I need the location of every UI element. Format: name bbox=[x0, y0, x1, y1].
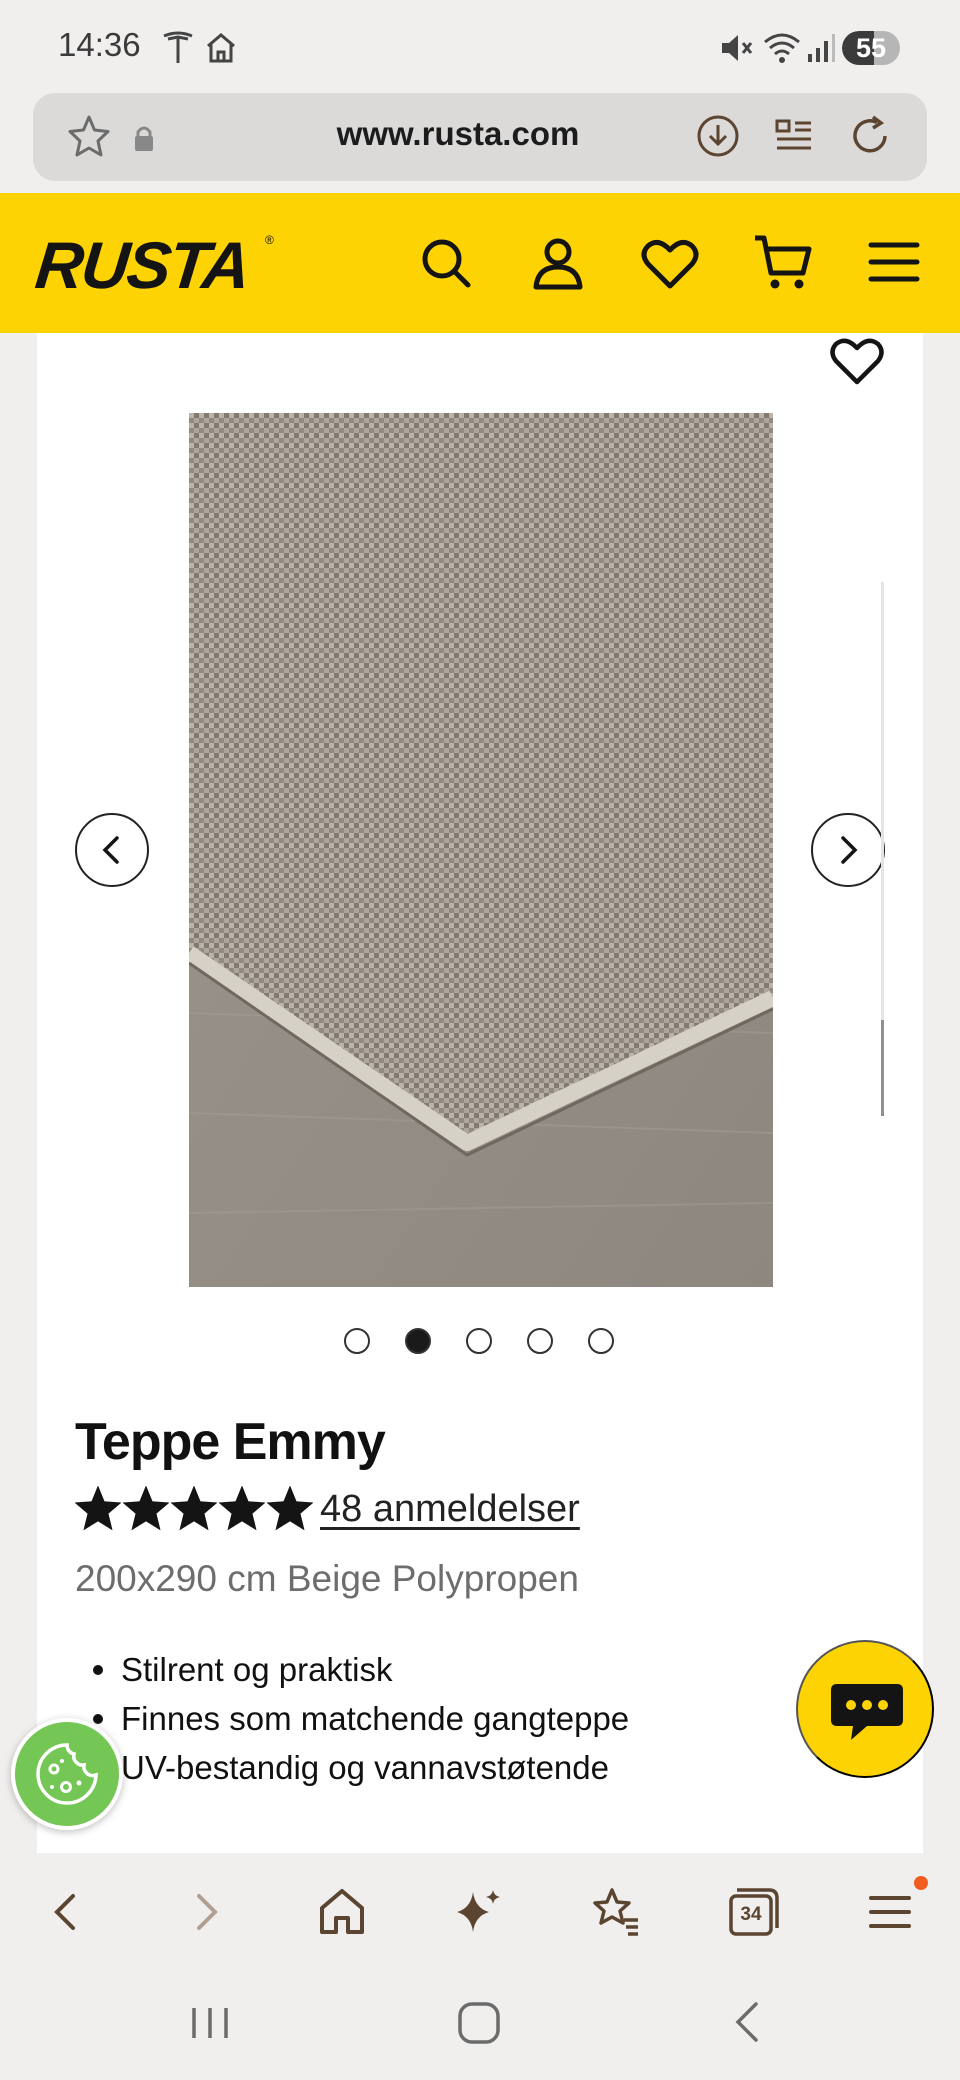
download-icon[interactable] bbox=[695, 113, 741, 159]
product-title: Teppe Emmy bbox=[75, 1413, 386, 1471]
reviews-link[interactable]: 48 anmeldelser bbox=[320, 1488, 580, 1531]
home-status-icon bbox=[204, 32, 238, 64]
cart-icon[interactable] bbox=[752, 233, 814, 293]
account-icon[interactable] bbox=[530, 235, 586, 291]
chat-bubble-icon bbox=[829, 1682, 905, 1744]
product-subtitle: 200x290 cm Beige Polypropen bbox=[75, 1558, 579, 1599]
battery-icon: 55 bbox=[842, 31, 900, 65]
browser-menu-icon[interactable] bbox=[857, 1878, 925, 1946]
mute-icon bbox=[718, 30, 754, 66]
back-icon[interactable] bbox=[33, 1878, 101, 1946]
gallery-dot[interactable] bbox=[588, 1328, 614, 1354]
cookie-settings-button[interactable] bbox=[11, 1718, 123, 1830]
menu-icon[interactable] bbox=[868, 239, 920, 285]
star-icon bbox=[219, 1486, 265, 1531]
gallery-dot[interactable] bbox=[466, 1328, 492, 1354]
gallery-dot[interactable] bbox=[527, 1328, 553, 1354]
status-bar: 14:36 55 bbox=[0, 0, 960, 92]
sparkle-icon[interactable] bbox=[445, 1878, 513, 1946]
menu-notification-dot bbox=[914, 1876, 928, 1890]
product-image[interactable] bbox=[189, 413, 773, 1287]
home-icon[interactable] bbox=[308, 1878, 376, 1946]
favorite-star-icon[interactable] bbox=[65, 113, 113, 161]
search-icon[interactable] bbox=[418, 235, 474, 291]
gallery-dots bbox=[344, 1328, 614, 1354]
wishlist-heart-icon[interactable] bbox=[641, 237, 699, 291]
star-icon bbox=[267, 1486, 313, 1531]
product-favorite-icon[interactable] bbox=[830, 336, 884, 386]
wifi-icon bbox=[762, 30, 802, 66]
feature-item: UV-bestandig og vannavstøtende bbox=[92, 1743, 629, 1792]
recents-icon[interactable] bbox=[186, 1998, 234, 2046]
gallery-next-button[interactable] bbox=[811, 813, 885, 887]
browser-toolbar: 34 bbox=[0, 1856, 960, 1968]
reader-icon[interactable] bbox=[773, 115, 815, 157]
star-icon bbox=[123, 1486, 169, 1531]
tesla-icon bbox=[162, 30, 194, 64]
star-icon bbox=[171, 1486, 217, 1531]
gallery-dot[interactable] bbox=[344, 1328, 370, 1354]
chat-button[interactable] bbox=[796, 1640, 934, 1778]
cookie-icon bbox=[32, 1739, 102, 1809]
feature-item: Finnes som matchende gangteppe bbox=[92, 1694, 629, 1743]
url-text[interactable]: www.rusta.com bbox=[233, 115, 683, 153]
rating-stars bbox=[75, 1486, 313, 1532]
star-icon bbox=[75, 1486, 121, 1531]
site-header: RUSTA ® bbox=[0, 193, 960, 333]
reload-icon[interactable] bbox=[847, 113, 893, 159]
back-nav-icon[interactable] bbox=[724, 1998, 772, 2046]
product-features: Stilrent og praktisk Finnes som matchend… bbox=[92, 1645, 629, 1792]
registered-mark: ® bbox=[265, 233, 274, 247]
tabs-icon[interactable]: 34 bbox=[719, 1878, 787, 1946]
battery-percentage: 55 bbox=[855, 33, 887, 63]
feature-item: Stilrent og praktisk bbox=[92, 1645, 629, 1694]
gallery-dot[interactable] bbox=[405, 1328, 431, 1354]
home-nav-icon[interactable] bbox=[454, 1998, 504, 2048]
forward-icon[interactable] bbox=[171, 1878, 239, 1946]
tabs-count: 34 bbox=[740, 1904, 762, 1925]
gallery-prev-button[interactable] bbox=[75, 813, 149, 887]
rusta-logo[interactable]: RUSTA bbox=[32, 227, 252, 303]
signal-icon bbox=[806, 32, 836, 64]
lock-icon bbox=[131, 123, 157, 153]
status-time: 14:36 bbox=[58, 26, 141, 63]
bookmarks-icon[interactable] bbox=[582, 1878, 650, 1946]
gallery-scroll-thumb[interactable] bbox=[881, 1020, 884, 1116]
android-nav-bar bbox=[0, 1968, 960, 2080]
url-bar[interactable]: www.rusta.com bbox=[33, 93, 927, 181]
